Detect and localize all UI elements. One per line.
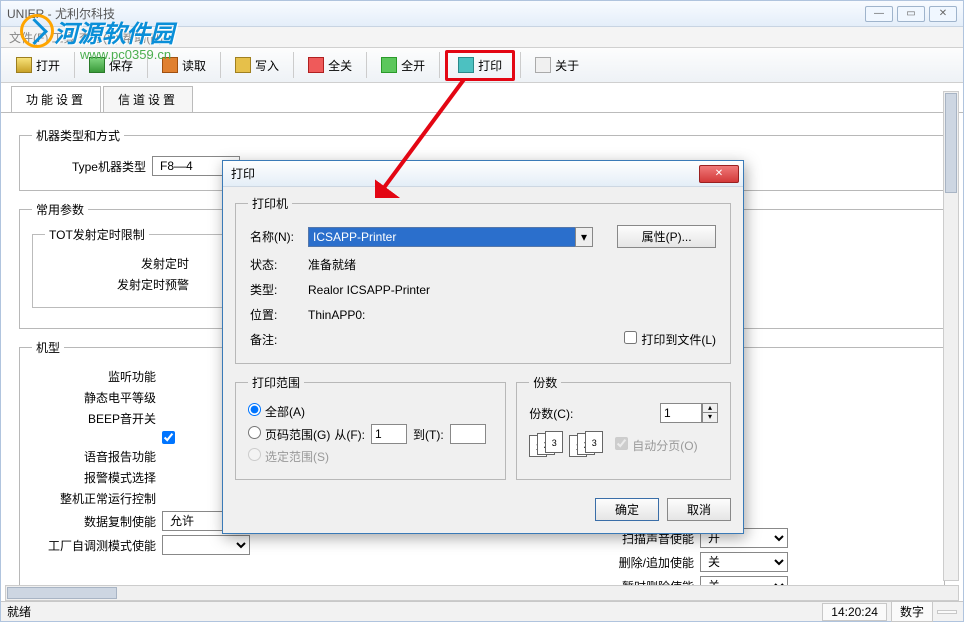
status-grip [937,610,957,614]
collate-checkbox [615,437,628,450]
legend-model: 机型 [32,339,64,356]
window-title: UNIER - 尤利尔科技 [7,5,865,22]
open-button[interactable]: 打开 [7,53,69,78]
collate-label: 自动分页(O) [615,437,697,454]
range-selection-label: 选定范围(S) [248,448,329,465]
window-controls: — ▭ ✕ [865,6,957,22]
tab-function-settings[interactable]: 功能设置 [11,86,101,112]
cancel-button[interactable]: 取消 [667,498,731,521]
emit-timer-label: 发射定时 [45,255,195,272]
alarm-label: 报警模式选择 [32,469,162,486]
read-button[interactable]: 读取 [153,53,215,78]
legend-copies: 份数 [529,374,561,391]
printer-name-dropdown-icon[interactable]: ▾ [575,227,593,247]
range-from-label: 从(F): [334,426,365,443]
normal-label: 整机正常运行控制 [32,490,162,507]
vertical-scrollbar[interactable] [943,91,959,581]
legend-tot: TOT发射定时限制 [45,226,149,243]
emit-warn-label: 发射定时预警 [45,276,195,293]
about-icon [535,57,551,73]
group-tot: TOT发射定时限制 发射定时 发射定时预警 [32,226,232,308]
tab-channel-settings[interactable]: 信道设置 [103,86,193,112]
write-icon [235,57,251,73]
squelch-label: 静态电平等级 [32,389,162,406]
del-add-label: 删除/追加使能 [570,554,700,571]
printer-comment-label: 备注: [250,328,306,351]
printer-name-label: 名称(N): [250,222,306,251]
factory-label: 工厂自调测模式使能 [32,537,162,554]
printer-name-select[interactable]: ICSAPP-Printer [308,227,576,247]
alloff-button[interactable]: 全关 [299,53,361,78]
write-button[interactable]: 写入 [226,53,288,78]
save-button[interactable]: 保存 [80,53,142,78]
close-button[interactable]: ✕ [929,6,957,22]
status-mode: 数字 [891,601,933,622]
allon-icon [381,57,397,73]
printer-status-value: 准备就绪 [308,253,716,276]
printer-where-value: ThinAPP0: [308,303,716,326]
legend-machine: 机器类型和方式 [32,127,124,144]
printer-type-label: 类型: [250,278,306,301]
collate-icon-2: 123 [569,431,609,459]
toolbar: 打开 保存 读取 写入 全关 全开 打印 关于 [1,47,963,83]
about-button[interactable]: 关于 [526,53,588,78]
range-from-input[interactable] [371,424,407,444]
range-to-label: 到(T): [413,426,444,443]
group-copies: 份数 份数(C):▴▾ 123 123 自动分页(O) [516,374,731,480]
group-printer: 打印机 名称(N): ICSAPP-Printer▾ 属性(P)... 状态:准… [235,195,731,364]
copies-input[interactable] [660,403,702,423]
copy-label: 数据复制使能 [32,513,162,530]
print-button[interactable]: 打印 [445,50,515,81]
tabbar: 功能设置 信道设置 [1,87,963,113]
range-all-radio[interactable] [248,403,261,416]
alloff-icon [308,57,324,73]
printer-where-label: 位置: [250,303,306,326]
collate-icon: 123 [529,431,569,459]
ok-button[interactable]: 确定 [595,498,659,521]
monitor-label: 监听功能 [32,368,162,385]
maximize-button[interactable]: ▭ [897,6,925,22]
group-print-range: 打印范围 全部(A) 页码范围(G) 从(F): 到(T): 选定范围(S) [235,374,506,480]
status-ready: 就绪 [7,603,31,620]
del-add-select[interactable]: 关 [700,552,788,572]
beep-label: BEEP音开关 [32,410,162,427]
voice-label: 语音报告功能 [32,448,162,465]
legend-printer: 打印机 [248,195,292,212]
print-dialog-close-button[interactable]: ✕ [699,165,739,183]
print-dialog-titlebar[interactable]: 打印 ✕ [223,161,743,187]
range-pages-radio[interactable] [248,426,261,439]
print-dialog: 打印 ✕ 打印机 名称(N): ICSAPP-Printer▾ 属性(P)...… [222,160,744,534]
beep-checkbox[interactable] [162,431,175,444]
minimize-button[interactable]: — [865,6,893,22]
read-icon [162,57,178,73]
print-to-file-checkbox[interactable] [624,331,637,344]
printer-type-value: Realor ICSAPP-Printer [308,278,716,301]
type-label: Type机器类型 [32,158,152,175]
printer-status-label: 状态: [250,253,306,276]
copies-label: 份数(C): [529,405,573,422]
statusbar: 就绪 14:20:24 数字 [1,601,963,621]
allon-button[interactable]: 全开 [372,53,434,78]
print-to-file-label[interactable]: 打印到文件(L) [624,333,716,347]
save-icon [89,57,105,73]
copies-down[interactable]: ▾ [703,413,717,422]
range-selection-radio [248,448,261,461]
printer-properties-button[interactable]: 属性(P)... [617,225,716,248]
print-icon [458,57,474,73]
menubar[interactable]: 文件(F) 工具 查看(V) 帮助(H) [1,27,963,47]
horizontal-scrollbar[interactable] [5,585,959,601]
range-to-input[interactable] [450,424,486,444]
status-time: 14:20:24 [822,603,887,621]
range-all-label[interactable]: 全部(A) [248,403,305,420]
range-pages-label[interactable]: 页码范围(G) [248,426,330,443]
open-icon [16,57,32,73]
legend-common: 常用参数 [32,201,88,218]
legend-range: 打印范围 [248,374,304,391]
titlebar: UNIER - 尤利尔科技 — ▭ ✕ [1,1,963,27]
print-dialog-title: 打印 [231,165,699,182]
factory-select[interactable] [162,535,250,555]
